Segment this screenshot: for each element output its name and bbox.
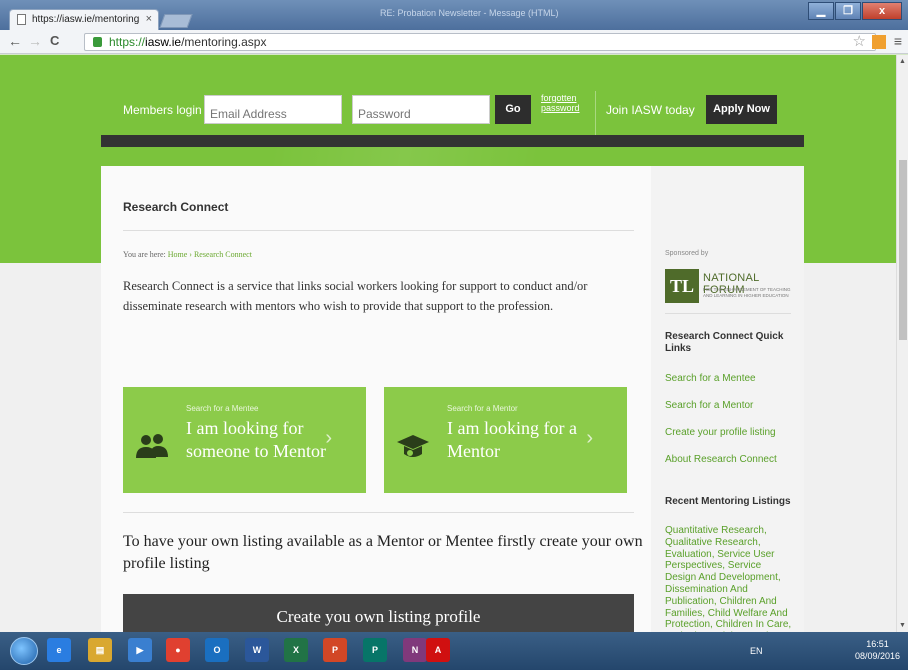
reload-icon[interactable]: C xyxy=(50,33,59,48)
url-scheme: https:// xyxy=(109,35,146,49)
media-player-icon[interactable]: ▶ xyxy=(128,638,152,662)
window-titlebar: https://iasw.ie/mentoring × RE: Probatio… xyxy=(0,0,908,30)
url-host: iasw.ie xyxy=(145,35,182,49)
breadcrumb-separator: › xyxy=(189,250,192,259)
main-content: Research Connect You are here: Home › Re… xyxy=(101,166,651,632)
create-listing-button[interactable]: Create you own listing profile xyxy=(123,594,634,632)
tab-title: https://iasw.ie/mentoring xyxy=(32,14,140,25)
forward-arrow-icon[interactable]: → xyxy=(28,33,42,49)
page-title: Research Connect xyxy=(123,200,229,214)
chevron-right-icon: › xyxy=(586,427,593,449)
onenote-icon[interactable]: N xyxy=(403,638,427,662)
page-viewport: Members login Go forgotten password Join… xyxy=(0,55,896,632)
word-icon[interactable]: W xyxy=(245,638,269,662)
new-tab-button[interactable] xyxy=(159,14,193,28)
graduation-cap-icon xyxy=(397,435,429,457)
maximize-button[interactable]: ❐ xyxy=(835,2,861,20)
bookmark-star-icon[interactable]: ☆ xyxy=(853,32,866,50)
scroll-down-icon[interactable]: ▼ xyxy=(899,622,906,629)
national-forum-logo: TL NATIONAL FORUM FOR THE ENHANCEMENT OF… xyxy=(665,267,791,309)
extension-icon[interactable] xyxy=(872,35,886,49)
breadcrumb: You are here: Home › Research Connect xyxy=(123,250,252,259)
clock[interactable]: 16:51 08/09/2016 xyxy=(855,638,900,662)
sidebar-link-search-mentee[interactable]: Search for a Mentee xyxy=(665,373,756,384)
search-mentor-card[interactable]: Search for a Mentor I am looking for a M… xyxy=(384,387,627,493)
tl-logo-mark: TL xyxy=(665,269,699,303)
browser-menu-icon[interactable]: ≡ xyxy=(894,33,902,49)
close-window-button[interactable]: x xyxy=(862,2,902,20)
clock-date: 08/09/2016 xyxy=(854,651,900,661)
breadcrumb-home-link[interactable]: Home xyxy=(168,250,188,259)
acrobat-icon[interactable]: A xyxy=(426,638,450,662)
divider xyxy=(595,91,596,135)
lock-icon xyxy=(93,37,102,47)
card-headline: I am looking for someone to Mentor xyxy=(186,418,326,461)
sidebar-link-search-mentor[interactable]: Search for a Mentor xyxy=(665,400,753,411)
chevron-right-icon: › xyxy=(325,427,332,449)
nav-bar xyxy=(101,135,804,147)
start-button[interactable] xyxy=(10,637,38,665)
intro-text: Research Connect is a service that links… xyxy=(123,279,588,313)
login-go-button[interactable]: Go xyxy=(495,95,531,124)
internet-explorer-icon[interactable]: e xyxy=(47,638,71,662)
card-kicker: Search for a Mentor xyxy=(447,404,518,413)
publisher-icon[interactable]: P xyxy=(363,638,387,662)
logo-subtitle: FOR THE ENHANCEMENT OF TEACHING AND LEAR… xyxy=(703,287,791,298)
apply-now-button[interactable]: Apply Now xyxy=(706,95,777,124)
taskbar: e ▤ ▶ ● O W X P P N A EN 16:51 08/09/2016 xyxy=(0,632,908,670)
sidebar: Sponsored by TL NATIONAL FORUM FOR THE E… xyxy=(651,166,804,632)
quick-links-heading: Research Connect Quick Links xyxy=(665,331,784,354)
recent-listings-heading: Recent Mentoring Listings xyxy=(665,496,791,507)
minimize-button[interactable]: ▁ xyxy=(808,2,834,20)
address-bar[interactable]: https://iasw.ie/mentoring.aspx xyxy=(84,33,876,51)
people-icon xyxy=(136,434,168,458)
cta-text: To have your own listing available as a … xyxy=(123,533,643,572)
page-icon xyxy=(17,14,26,25)
divider xyxy=(123,230,634,231)
sidebar-link-create-profile[interactable]: Create your profile listing xyxy=(665,427,776,438)
card-headline: I am looking for a Mentor xyxy=(447,418,577,461)
members-login-label: Members login xyxy=(123,103,202,117)
powerpoint-icon[interactable]: P xyxy=(323,638,347,662)
vertical-scrollbar[interactable]: ▲ ▼ xyxy=(896,55,908,632)
excel-icon[interactable]: X xyxy=(284,638,308,662)
join-label: Join IASW today xyxy=(606,103,695,117)
window-title: RE: Probation Newsletter - Message (HTML… xyxy=(380,8,559,18)
chrome-icon[interactable]: ● xyxy=(166,638,190,662)
outlook-icon[interactable]: O xyxy=(205,638,229,662)
divider xyxy=(665,313,791,314)
system-tray: EN 16:51 08/09/2016 xyxy=(750,636,900,666)
breadcrumb-current-link[interactable]: Research Connect xyxy=(194,250,252,259)
back-arrow-icon[interactable]: ← xyxy=(8,33,22,49)
scroll-thumb[interactable] xyxy=(899,160,907,340)
breadcrumb-prefix: You are here: xyxy=(123,250,166,259)
email-field[interactable] xyxy=(204,95,342,124)
members-login-strip: Members login Go forgotten password Join… xyxy=(101,91,804,135)
sidebar-link-about[interactable]: About Research Connect xyxy=(665,454,777,465)
browser-tab[interactable]: https://iasw.ie/mentoring × xyxy=(9,9,159,30)
card-kicker: Search for a Mentee xyxy=(186,404,259,413)
sponsored-by-label: Sponsored by xyxy=(665,250,709,257)
search-mentee-card[interactable]: Search for a Mentee I am looking for som… xyxy=(123,387,366,493)
divider xyxy=(123,512,634,513)
forgotten-password-link[interactable]: forgotten password xyxy=(541,93,585,113)
language-indicator[interactable]: EN xyxy=(750,646,763,656)
recent-listings[interactable]: Quantitative Research, Qualitative Resea… xyxy=(665,525,795,632)
file-explorer-icon[interactable]: ▤ xyxy=(88,638,112,662)
scroll-up-icon[interactable]: ▲ xyxy=(899,58,906,65)
tab-close-button[interactable]: × xyxy=(146,13,152,25)
url-path: /mentoring.aspx xyxy=(181,35,267,49)
browser-toolbar: ← → C https://iasw.ie/mentoring.aspx ☆ ≡ xyxy=(0,30,908,54)
password-field[interactable] xyxy=(352,95,490,124)
clock-time: 16:51 xyxy=(866,639,889,649)
